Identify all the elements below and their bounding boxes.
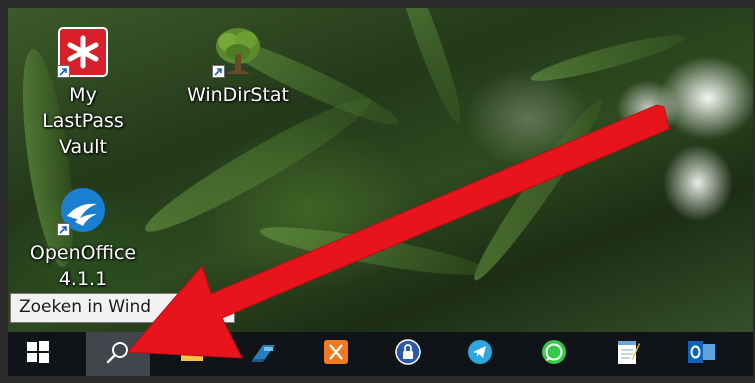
screenshot: My LastPass Vault WinDirStat OpenOffice … bbox=[0, 0, 755, 383]
notepad-icon bbox=[616, 339, 640, 369]
desktop-icon-openoffice[interactable]: OpenOffice 4.1.1 bbox=[28, 184, 138, 292]
start-button[interactable] bbox=[14, 332, 62, 376]
lastpass-icon bbox=[57, 26, 109, 78]
taskbar-item-telegram[interactable] bbox=[456, 332, 504, 376]
taskbar-item-whatsapp[interactable] bbox=[530, 332, 578, 376]
taskbar-item-xampp[interactable] bbox=[312, 332, 360, 376]
desktop-icon-label: WinDirStat bbox=[186, 84, 289, 106]
desktop-icon-lastpass[interactable]: My LastPass Vault bbox=[28, 26, 138, 160]
desktop-icon-windirstat[interactable]: WinDirStat bbox=[183, 26, 293, 108]
search-button[interactable] bbox=[86, 332, 150, 376]
search-icon bbox=[106, 340, 130, 368]
outlook-icon bbox=[688, 340, 716, 368]
shortcut-arrow-icon bbox=[57, 223, 70, 236]
windows-start-icon bbox=[27, 341, 49, 367]
app-icon bbox=[251, 341, 277, 367]
taskbar-item-file-explorer[interactable] bbox=[168, 332, 216, 376]
whatsapp-icon bbox=[541, 339, 567, 369]
shortcut-arrow-icon bbox=[57, 65, 70, 78]
desktop-icon-label: OpenOffice bbox=[29, 242, 137, 264]
desktop-icon-label: My LastPass bbox=[42, 84, 124, 132]
taskbar-item-app[interactable] bbox=[240, 332, 288, 376]
shortcut-arrow-icon bbox=[212, 65, 225, 78]
telegram-icon bbox=[467, 339, 493, 369]
xampp-icon bbox=[324, 340, 348, 368]
desktop-icon-label: 4.1.1 bbox=[58, 268, 108, 290]
file-explorer-icon bbox=[180, 341, 204, 367]
openoffice-icon bbox=[57, 184, 109, 236]
desktop-icon-label: Vault bbox=[59, 136, 107, 158]
desktop-background: My LastPass Vault WinDirStat OpenOffice … bbox=[8, 8, 753, 332]
taskbar-item-outlook[interactable] bbox=[678, 332, 726, 376]
vpn-lock-icon bbox=[395, 339, 421, 369]
taskbar bbox=[8, 332, 753, 376]
search-tooltip: Zoeken in Wind bbox=[10, 293, 235, 323]
taskbar-item-notepad[interactable] bbox=[604, 332, 652, 376]
taskbar-item-vpn[interactable] bbox=[384, 332, 432, 376]
windirstat-icon bbox=[212, 26, 264, 78]
